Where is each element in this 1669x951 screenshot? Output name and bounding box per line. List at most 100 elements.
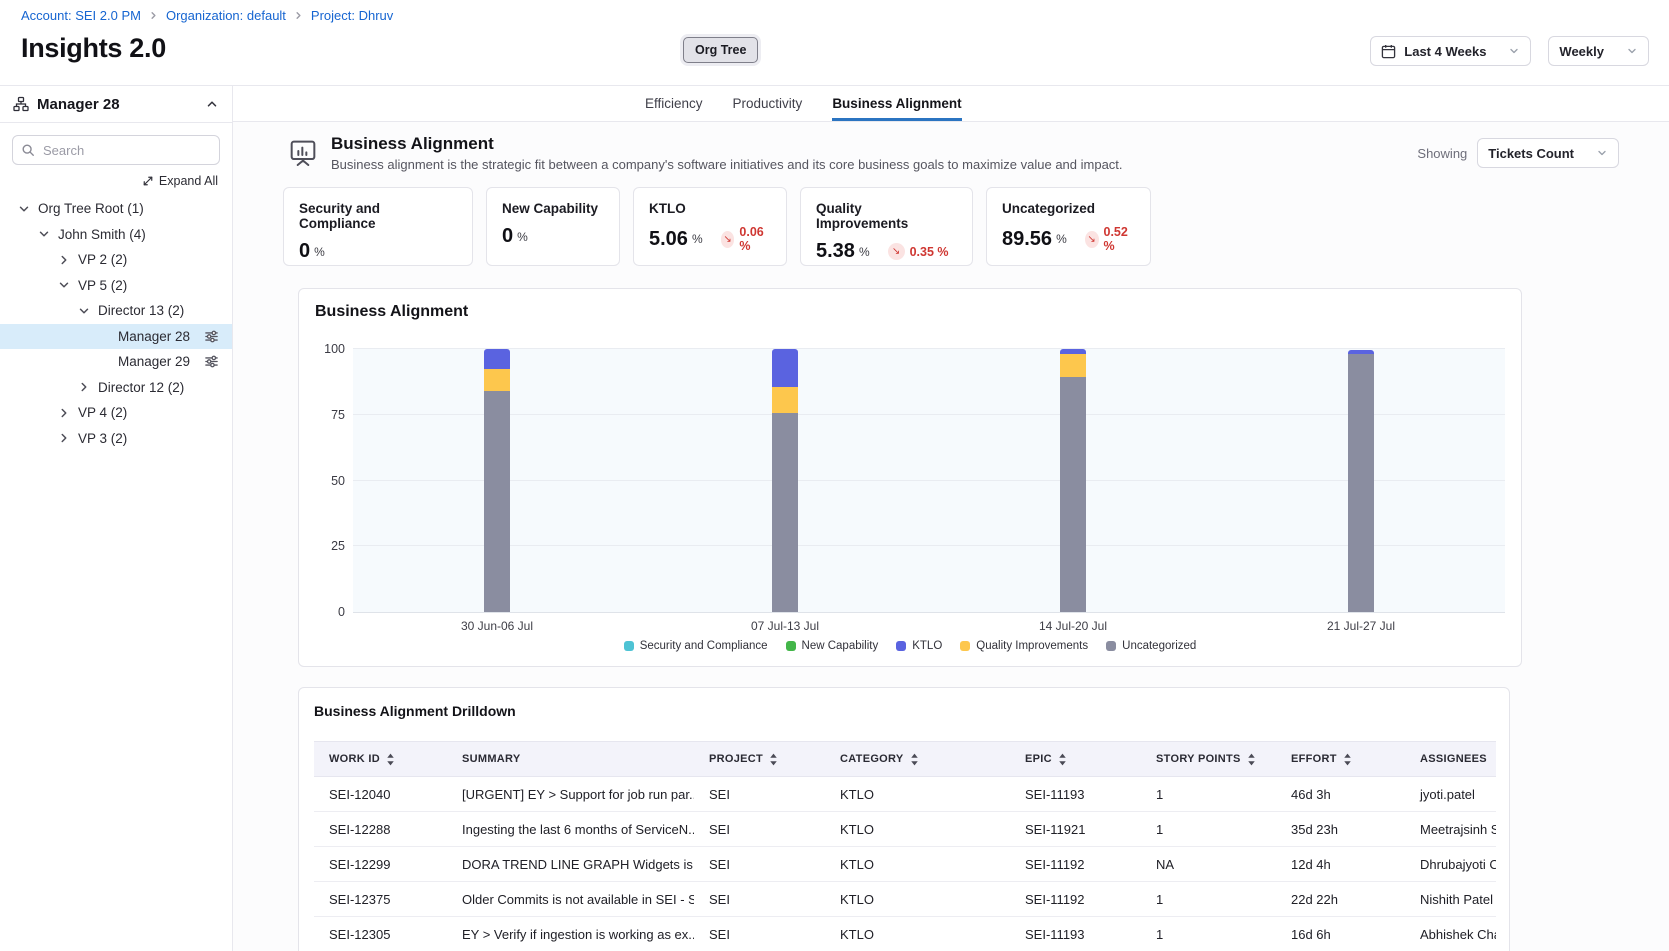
table-cell: Nishith Patel (1405, 882, 1496, 917)
sliders-icon[interactable] (204, 329, 219, 344)
org-tree-sidebar: Manager 28 Expand All Org Tree Root (1) J… (0, 86, 233, 951)
y-axis-tick-label: 50 (315, 474, 345, 488)
tree-item-label: VP 4 (2) (78, 405, 127, 420)
column-header-label: STORY POINTS (1156, 753, 1241, 765)
tab-business-alignment[interactable]: Business Alignment (832, 86, 961, 121)
sidebar-header: Manager 28 (0, 86, 232, 123)
breadcrumb-link[interactable]: Account: SEI 2.0 PM (21, 8, 141, 23)
tree-item[interactable]: Director 12 (2) (0, 375, 232, 401)
chevron-down-icon[interactable] (56, 278, 72, 292)
table-row[interactable]: SEI-12305EY > Verify if ingestion is wor… (314, 917, 1496, 951)
collapse-sidebar-icon[interactable] (205, 97, 219, 111)
tab-bar: Efficiency Productivity Business Alignment (233, 86, 1669, 122)
breadcrumb-link[interactable]: Organization: default (166, 8, 286, 23)
search-input[interactable] (12, 135, 220, 165)
section-header: Business Alignment Business alignment is… (233, 122, 1669, 172)
tree-item[interactable]: VP 3 (2) (0, 426, 232, 452)
stat-card-title: Security and Compliance (299, 201, 457, 231)
column-header-work-id[interactable]: WORK ID (314, 742, 447, 777)
org-tree-button[interactable]: Org Tree (683, 37, 758, 63)
tree-item[interactable]: VP 2 (2) (0, 247, 232, 273)
legend-label: New Capability (802, 640, 879, 652)
legend-label: Security and Compliance (640, 640, 768, 652)
chart-plot (353, 349, 1505, 613)
table-cell: SEI-11921 (1010, 812, 1141, 847)
sort-icon[interactable] (1247, 753, 1256, 766)
table-header-row: WORK IDSUMMARYPROJECTCATEGORYEPICSTORY P… (314, 742, 1496, 777)
chevron-right-icon[interactable] (56, 431, 72, 445)
column-header-effort[interactable]: EFFORT (1276, 742, 1405, 777)
column-header-inner: EFFORT (1291, 753, 1405, 766)
sort-icon[interactable] (1058, 753, 1067, 766)
stat-delta-value: 0.35 % (910, 245, 949, 259)
table-row[interactable]: SEI-12288Ingesting the last 6 months of … (314, 812, 1496, 847)
x-axis-category-label: 14 Jul-20 Jul (1039, 619, 1107, 633)
table-row[interactable]: SEI-12375Older Commits is not available … (314, 882, 1496, 917)
showing-label: Showing (1417, 146, 1467, 161)
chevron-right-icon[interactable] (76, 380, 92, 394)
sort-icon[interactable] (386, 753, 395, 766)
column-header-epic[interactable]: EPIC (1010, 742, 1141, 777)
sliders-icon[interactable] (204, 354, 219, 369)
stat-value: 5.06 (649, 228, 688, 251)
column-header-story-points[interactable]: STORY POINTS (1141, 742, 1276, 777)
table-cell: KTLO (825, 812, 1010, 847)
table-cell: 1 (1141, 917, 1276, 951)
tree-item[interactable]: Manager 28 (0, 324, 232, 350)
stacked-bar (484, 349, 510, 612)
tree-item[interactable]: VP 4 (2) (0, 400, 232, 426)
table-row[interactable]: SEI-12299DORA TREND LINE GRAPH Widgets i… (314, 847, 1496, 882)
chevron-right-icon[interactable] (56, 406, 72, 420)
sort-icon[interactable] (1343, 753, 1352, 766)
stat-value: 0 (502, 225, 513, 248)
table-cell: DORA TREND LINE GRAPH Widgets is n... (447, 847, 694, 882)
tree-item[interactable]: VP 5 (2) (0, 273, 232, 299)
y-axis-tick-label: 75 (315, 408, 345, 422)
legend-item[interactable]: KTLO (896, 640, 942, 652)
chevron-down-icon[interactable] (36, 227, 52, 241)
breadcrumb-link[interactable]: Project: Dhruv (311, 8, 393, 23)
calendar-icon (1381, 44, 1396, 59)
table-cell: KTLO (825, 847, 1010, 882)
y-axis-tick-label: 0 (315, 605, 345, 619)
granularity-select[interactable]: Weekly (1548, 36, 1649, 66)
column-header-inner: PROJECT (709, 753, 825, 766)
page-title: Insights 2.0 (21, 33, 166, 64)
sort-icon[interactable] (769, 753, 778, 766)
stat-value: 5.38 (816, 240, 855, 263)
tree-item[interactable]: Manager 29 (0, 349, 232, 375)
chevron-down-icon[interactable] (76, 304, 92, 318)
tree-item[interactable]: Director 13 (2) (0, 298, 232, 324)
tab-productivity[interactable]: Productivity (733, 86, 803, 121)
chevron-right-icon[interactable] (56, 253, 72, 267)
expand-all-button[interactable]: Expand All (0, 174, 218, 188)
tree-item[interactable]: Org Tree Root (1) (0, 196, 232, 222)
tab-efficiency[interactable]: Efficiency (645, 86, 703, 121)
tree-item-label: Org Tree Root (1) (38, 201, 144, 216)
tree-item[interactable]: John Smith (4) (0, 222, 232, 248)
chevron-down-icon[interactable] (16, 202, 32, 216)
table-cell: SEI (694, 847, 825, 882)
table-row[interactable]: SEI-12040[URGENT] EY > Support for job r… (314, 777, 1496, 812)
showing-select[interactable]: Tickets Count (1477, 138, 1619, 168)
tree-item-label: VP 2 (2) (78, 252, 127, 267)
legend-item[interactable]: Uncategorized (1106, 640, 1196, 652)
table-cell: SEI-12305 (314, 917, 447, 951)
column-header-category[interactable]: CATEGORY (825, 742, 1010, 777)
stat-value-row: 89.56%↘0.52 % (1002, 225, 1135, 253)
tree-item-label: Director 13 (2) (98, 303, 184, 318)
legend-swatch (624, 641, 634, 651)
legend-item[interactable]: Security and Compliance (624, 640, 768, 652)
legend-item[interactable]: Quality Improvements (960, 640, 1088, 652)
table-cell: SEI-12288 (314, 812, 447, 847)
column-header-label: EFFORT (1291, 753, 1337, 765)
date-range-select[interactable]: Last 4 Weeks (1370, 36, 1531, 66)
legend-item[interactable]: New Capability (786, 640, 879, 652)
stat-card: New Capability0% (486, 187, 620, 266)
column-header-project[interactable]: PROJECT (694, 742, 825, 777)
column-header-label: PROJECT (709, 753, 763, 765)
drilldown-title: Business Alignment Drilldown (314, 703, 1494, 719)
table-body: SEI-12040[URGENT] EY > Support for job r… (314, 777, 1496, 951)
sort-icon[interactable] (910, 753, 919, 766)
table-cell: SEI (694, 917, 825, 951)
